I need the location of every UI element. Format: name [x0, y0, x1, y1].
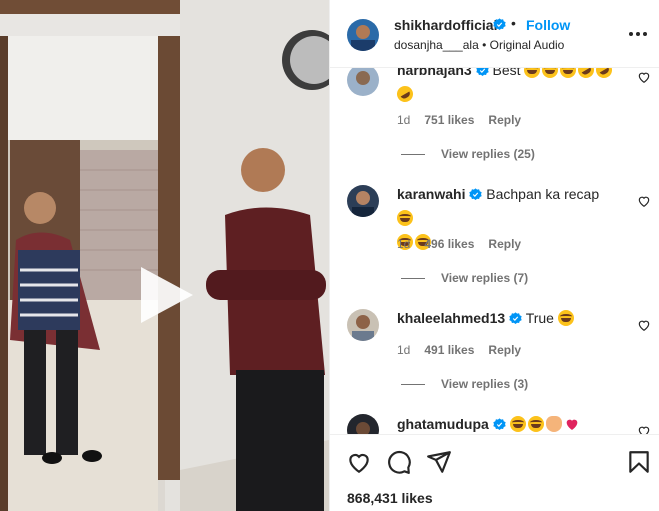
heart-icon[interactable]	[346, 449, 372, 475]
comment-time: 1d	[397, 113, 411, 127]
view-replies-label: View replies (3)	[441, 377, 529, 391]
laughing-emoji-icon	[397, 210, 413, 226]
audio-label[interactable]: Original Audio	[490, 38, 565, 52]
replies-divider	[401, 278, 425, 280]
comment-icon[interactable]	[386, 449, 412, 475]
view-replies-label: View replies (7)	[441, 271, 529, 285]
post-actions: 868,431 likes	[330, 434, 659, 511]
comment-username[interactable]: harbhajan3	[397, 68, 472, 78]
red-heart-emoji-icon	[566, 419, 577, 430]
comment-body	[506, 416, 510, 432]
comments-list[interactable]: harbhajan3 Best 1d 751 likes Reply View re…	[330, 68, 659, 434]
rofl-emoji-icon	[394, 83, 416, 105]
comment-username[interactable]: karanwahi	[397, 186, 465, 202]
replies-divider	[401, 154, 425, 156]
comment-username[interactable]: khaleelahmed13	[397, 310, 505, 326]
verified-badge-icon	[509, 312, 522, 325]
comment-avatar[interactable]	[347, 185, 379, 217]
view-replies-button[interactable]: View replies (3)	[397, 377, 528, 391]
verified-badge-icon	[493, 18, 506, 31]
follow-button[interactable]: Follow	[526, 17, 570, 33]
post-header: shikhardofficial • Follow dosanjha___ala…	[330, 0, 659, 68]
post-details-panel: shikhardofficial • Follow dosanjha___ala…	[329, 0, 659, 511]
video-frame	[0, 0, 329, 511]
comment-likes[interactable]: 751 likes	[424, 113, 474, 127]
replies-divider	[401, 384, 425, 386]
verified-badge-icon	[469, 188, 483, 201]
comment-text: harbhajan3 Best	[394, 68, 617, 106]
comment-meta: 1d 491 likes Reply	[397, 343, 535, 357]
laughing-emoji-icon	[557, 310, 574, 326]
heart-icon[interactable]	[637, 424, 651, 434]
header-dot: •	[511, 15, 516, 31]
laughing-emoji-icon	[524, 68, 541, 78]
reply-button[interactable]: Reply	[488, 113, 521, 127]
rofl-emoji-icon	[575, 68, 598, 81]
verified-badge-icon	[492, 418, 506, 431]
laughing-emoji-icon	[527, 416, 544, 432]
comment-body: Best	[488, 68, 525, 78]
view-replies-button[interactable]: View replies (25)	[397, 147, 535, 161]
audio-line: dosanjha___ala • Original Audio	[394, 38, 564, 52]
comment-likes[interactable]: 496 likes	[424, 237, 474, 251]
comment-text: khaleelahmed13 True	[397, 306, 617, 330]
post-video[interactable]	[0, 0, 329, 511]
laughing-emoji-icon	[560, 68, 577, 78]
comment-text: ghatamudupa	[397, 412, 617, 434]
reply-button[interactable]: Reply	[488, 237, 521, 251]
author-username[interactable]: shikhardofficial	[394, 17, 497, 33]
comment-meta: 1d 496 likes Reply	[397, 237, 535, 251]
audio-user[interactable]: dosanjha___ala	[394, 38, 479, 52]
comment-likes[interactable]: 491 likes	[424, 343, 474, 357]
verified-badge-icon	[475, 68, 489, 77]
heart-icon[interactable]	[637, 194, 651, 208]
comment-meta: 1d 751 likes Reply	[397, 113, 535, 127]
comment-body: Bachpan ka recap	[482, 186, 600, 202]
comment-avatar[interactable]	[347, 309, 379, 341]
play-icon	[141, 267, 193, 323]
comment-avatar[interactable]	[347, 414, 379, 434]
laughing-emoji-icon	[542, 68, 559, 78]
heart-icon[interactable]	[637, 318, 651, 332]
comment-body: True	[522, 310, 558, 326]
comment-time: 1d	[397, 343, 411, 357]
share-icon[interactable]	[426, 449, 452, 475]
play-button[interactable]	[133, 263, 197, 327]
more-options-icon[interactable]	[626, 24, 650, 44]
view-replies-label: View replies (25)	[441, 147, 535, 161]
comment-username[interactable]: ghatamudupa	[397, 416, 489, 432]
ok-hand-emoji-icon	[545, 416, 562, 432]
heart-icon[interactable]	[637, 70, 651, 84]
comment-time: 1d	[397, 237, 411, 251]
bookmark-icon[interactable]	[626, 449, 652, 475]
audio-separator: •	[478, 38, 490, 52]
post-likes-count[interactable]: 868,431 likes	[347, 490, 433, 506]
comment-avatar[interactable]	[347, 68, 379, 96]
laughing-emoji-icon	[509, 416, 526, 432]
rofl-emoji-icon	[593, 68, 616, 81]
reply-button[interactable]: Reply	[488, 343, 521, 357]
author-avatar[interactable]	[347, 19, 379, 51]
view-replies-button[interactable]: View replies (7)	[397, 271, 528, 285]
